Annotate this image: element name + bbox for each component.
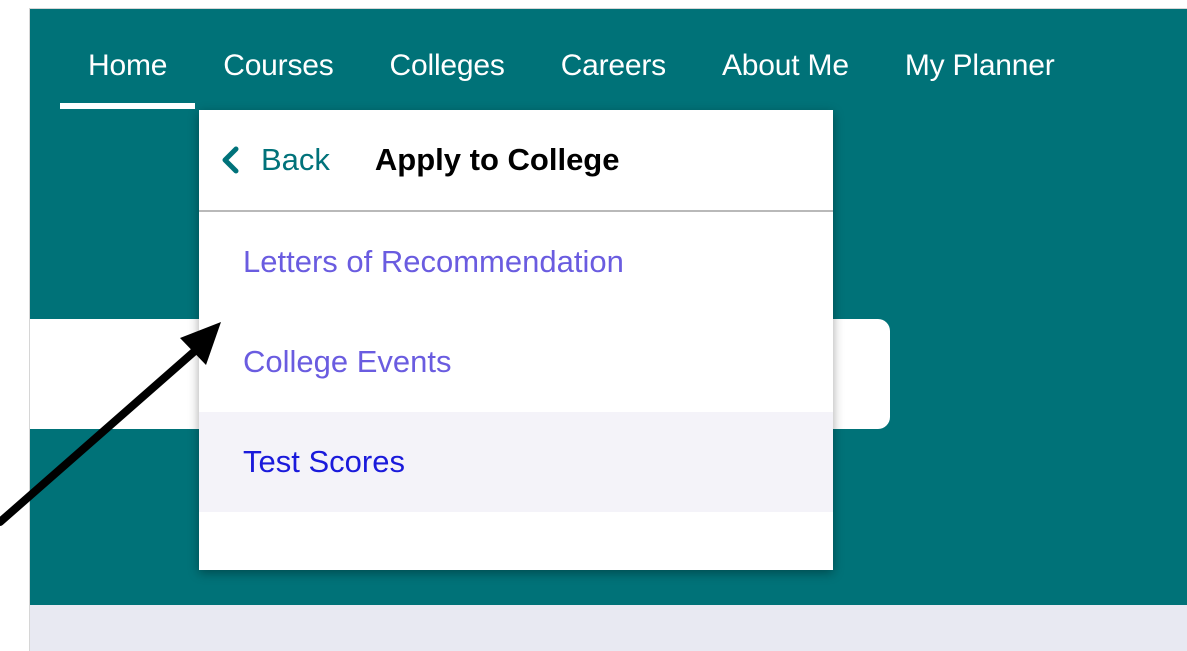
dropdown-header: Back Apply to College	[199, 110, 833, 212]
app-frame: Home Courses Colleges Careers About Me M…	[29, 8, 1187, 651]
nav-item-careers[interactable]: Careers	[533, 9, 694, 109]
chevron-left-icon	[222, 146, 239, 174]
nav-item-my-planner[interactable]: My Planner	[877, 9, 1083, 109]
site-header: Home Courses Colleges Careers About Me M…	[30, 9, 1187, 605]
nav-item-home[interactable]: Home	[60, 9, 196, 109]
dropdown-list: Letters of Recommendation College Events…	[199, 212, 833, 512]
menu-item-test-scores[interactable]: Test Scores	[199, 412, 833, 512]
nav-item-colleges[interactable]: Colleges	[362, 9, 533, 109]
nav-item-about-me[interactable]: About Me	[694, 9, 877, 109]
back-button[interactable]: Back	[221, 142, 330, 178]
nav-item-courses[interactable]: Courses	[195, 9, 361, 109]
menu-item-letters-of-recommendation[interactable]: Letters of Recommendation	[199, 212, 833, 312]
menu-item-college-events[interactable]: College Events	[199, 312, 833, 412]
main-nav: Home Courses Colleges Careers About Me M…	[60, 9, 1083, 109]
back-label: Back	[261, 142, 330, 177]
dropdown-title: Apply to College	[374, 142, 620, 177]
nav-dropdown-menu: Back Apply to College Letters of Recomme…	[199, 110, 833, 570]
